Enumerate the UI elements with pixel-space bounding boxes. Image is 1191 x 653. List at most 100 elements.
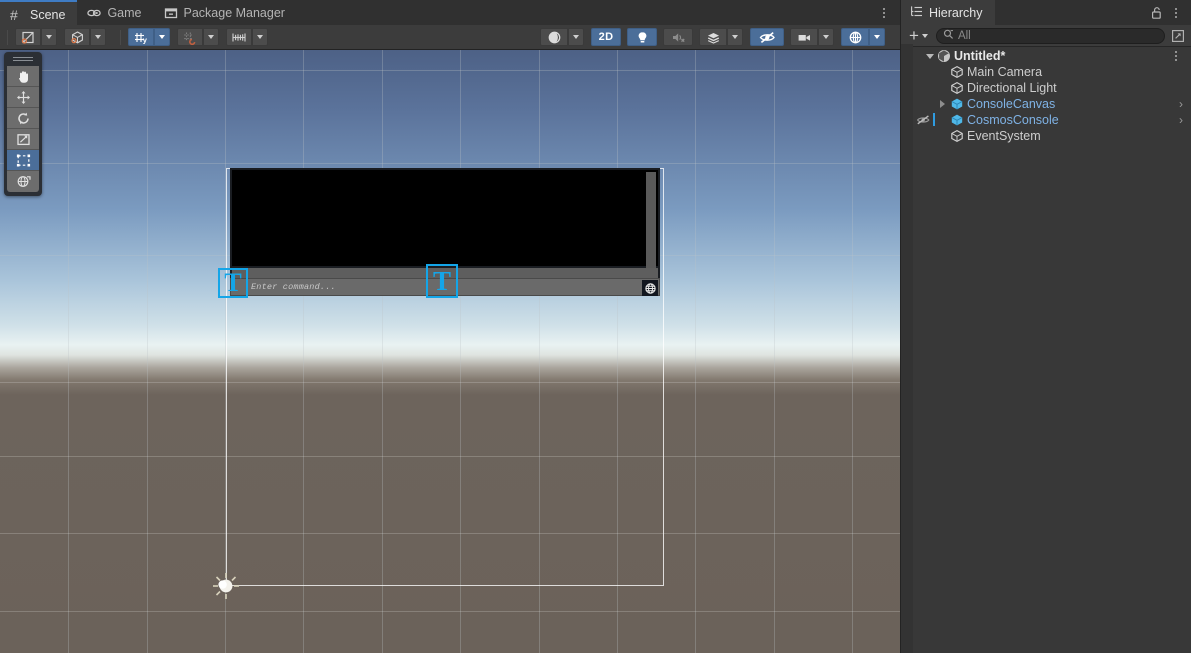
gizmos-chevron[interactable]	[869, 28, 885, 46]
hierarchy-list-icon	[910, 5, 923, 21]
tab-scene-label: Scene	[30, 7, 66, 22]
scene-row-menu[interactable]	[1169, 49, 1183, 63]
hierarchy-tabstrip: Hierarchy	[901, 0, 1191, 25]
hierarchy-options-menu[interactable]	[1169, 4, 1183, 21]
scale-tool[interactable]	[7, 129, 39, 150]
text-gizmo-output[interactable]: T	[426, 264, 458, 298]
scene-fx-chevron[interactable]	[727, 28, 743, 46]
create-plus-icon: +	[909, 25, 919, 45]
cosmos-console-label: CosmosConsole	[967, 113, 1059, 127]
pivot-center-icon[interactable]	[15, 28, 41, 46]
gameobject-icon	[949, 129, 965, 143]
gamepad-icon	[87, 6, 102, 20]
directional-light-label: Directional Light	[967, 81, 1057, 95]
hand-tool[interactable]	[7, 66, 39, 87]
move-tool[interactable]	[7, 87, 39, 108]
unity-scene-icon	[936, 49, 952, 63]
hierarchy-row-main-camera[interactable]: Main Camera	[901, 64, 1191, 80]
grid-hash-icon	[10, 8, 24, 22]
hierarchy-search-input[interactable]: All	[935, 27, 1165, 44]
directional-light-icon[interactable]	[212, 572, 240, 600]
expand-window-icon[interactable]	[1169, 28, 1187, 44]
svg-text:y: y	[142, 35, 147, 44]
2d-toggle-label: 2D	[598, 31, 614, 43]
grid-snap-icon[interactable]: y	[128, 28, 154, 46]
hierarchy-row-console-canvas[interactable]: ConsoleCanvas ›	[901, 96, 1191, 112]
text-gizmo-label-1: T	[224, 268, 242, 297]
rotate-tool[interactable]	[7, 108, 39, 129]
scene-tabstrip: Scene Game Package Manager	[0, 0, 900, 25]
scene-panel: Scene Game Package Manager	[0, 0, 900, 653]
pivot-mode-dropdown[interactable]	[41, 28, 57, 46]
scene-viewport[interactable]: Enter command... T T	[0, 50, 900, 653]
main-camera-label: Main Camera	[967, 65, 1043, 79]
scene-grid	[0, 50, 900, 653]
scene-fx-group	[699, 28, 744, 46]
grid-magnet-icon[interactable]	[177, 28, 203, 46]
prefab-cube-icon	[949, 113, 965, 127]
hierarchy-panel: Hierarchy + All Untitled* Main Camera Di…	[900, 0, 1191, 653]
package-icon	[164, 6, 178, 20]
lightbulb-icon[interactable]	[627, 28, 657, 46]
draw-mode-group	[540, 28, 585, 46]
create-gameobject-button[interactable]: +	[905, 25, 932, 45]
tools-drag-handle[interactable]	[13, 55, 33, 63]
camera-settings-chevron[interactable]	[818, 28, 834, 46]
scene-toolbar-right: 2D	[540, 28, 900, 46]
transform-tool[interactable]	[7, 171, 39, 192]
camera-settings-group	[790, 28, 835, 46]
ruler-icon[interactable]	[226, 28, 252, 46]
camera-icon[interactable]	[790, 28, 818, 46]
tab-package-manager-label: Package Manager	[183, 5, 285, 20]
hierarchy-row-cosmos-console[interactable]: CosmosConsole ›	[901, 112, 1191, 128]
draw-mode-chevron[interactable]	[568, 28, 584, 46]
tab-hierarchy[interactable]: Hierarchy	[901, 0, 995, 25]
console-canvas-open-prefab-icon[interactable]: ›	[1179, 97, 1183, 111]
lock-open-icon[interactable]	[1150, 6, 1163, 23]
hierarchy-row-directional-light[interactable]: Directional Light	[901, 80, 1191, 96]
toolbar-divider-2	[120, 29, 121, 45]
hierarchy-list: Untitled* Main Camera Directional Light …	[901, 47, 1191, 144]
shaded-sphere-icon[interactable]	[540, 28, 568, 46]
layers-fx-icon[interactable]	[699, 28, 727, 46]
tab-package-manager[interactable]: Package Manager	[154, 0, 297, 25]
text-gizmo-input[interactable]: T	[218, 268, 248, 298]
scene-expand-twisty[interactable]	[923, 53, 936, 59]
2d-toggle[interactable]: 2D	[591, 28, 621, 46]
gameobject-icon	[949, 81, 965, 95]
toolbar-divider	[7, 29, 8, 45]
eye-crossed-icon[interactable]	[915, 113, 931, 127]
hierarchy-row-scene[interactable]: Untitled*	[901, 48, 1191, 64]
tab-scene[interactable]: Scene	[0, 0, 78, 25]
chevron-down-icon	[921, 33, 928, 38]
tab-game[interactable]: Game	[77, 0, 153, 25]
gizmos-group	[841, 28, 886, 46]
speaker-mute-icon[interactable]	[663, 28, 693, 46]
scene-tab-overflow-menu[interactable]	[876, 4, 892, 21]
hierarchy-row-event-system[interactable]: EventSystem	[901, 128, 1191, 144]
snap-increment-group	[226, 28, 269, 46]
cosmos-console-selection-indicator	[933, 113, 935, 126]
search-icon	[943, 29, 954, 43]
hierarchy-title: Hierarchy	[929, 5, 983, 20]
handle-space-dropdown[interactable]	[90, 28, 106, 46]
console-canvas-expand-twisty[interactable]	[936, 100, 949, 108]
gizmo-globe-icon[interactable]	[841, 28, 869, 46]
cube-global-icon[interactable]	[64, 28, 90, 46]
console-vertical-scrollbar[interactable]	[646, 172, 656, 268]
grid-visibility-dropdown[interactable]	[203, 28, 219, 46]
gameobject-icon	[949, 65, 965, 79]
scene-name-label: Untitled*	[954, 49, 1006, 63]
pivot-mode-group	[15, 28, 58, 46]
grid-snapping-dropdown[interactable]	[154, 28, 170, 46]
globe-submit-icon[interactable]	[642, 280, 658, 296]
rect-tool[interactable]	[7, 150, 39, 171]
hierarchy-search-placeholder: All	[957, 29, 971, 42]
tab-game-label: Game	[107, 5, 142, 20]
snap-increment-dropdown[interactable]	[252, 28, 268, 46]
grid-visibility-group	[177, 28, 220, 46]
cosmos-console-open-prefab-icon[interactable]: ›	[1179, 113, 1183, 127]
scene-toolbar: y 2D	[0, 25, 900, 50]
eye-crossed-icon[interactable]	[750, 28, 784, 46]
scene-tools-palette	[4, 52, 42, 196]
